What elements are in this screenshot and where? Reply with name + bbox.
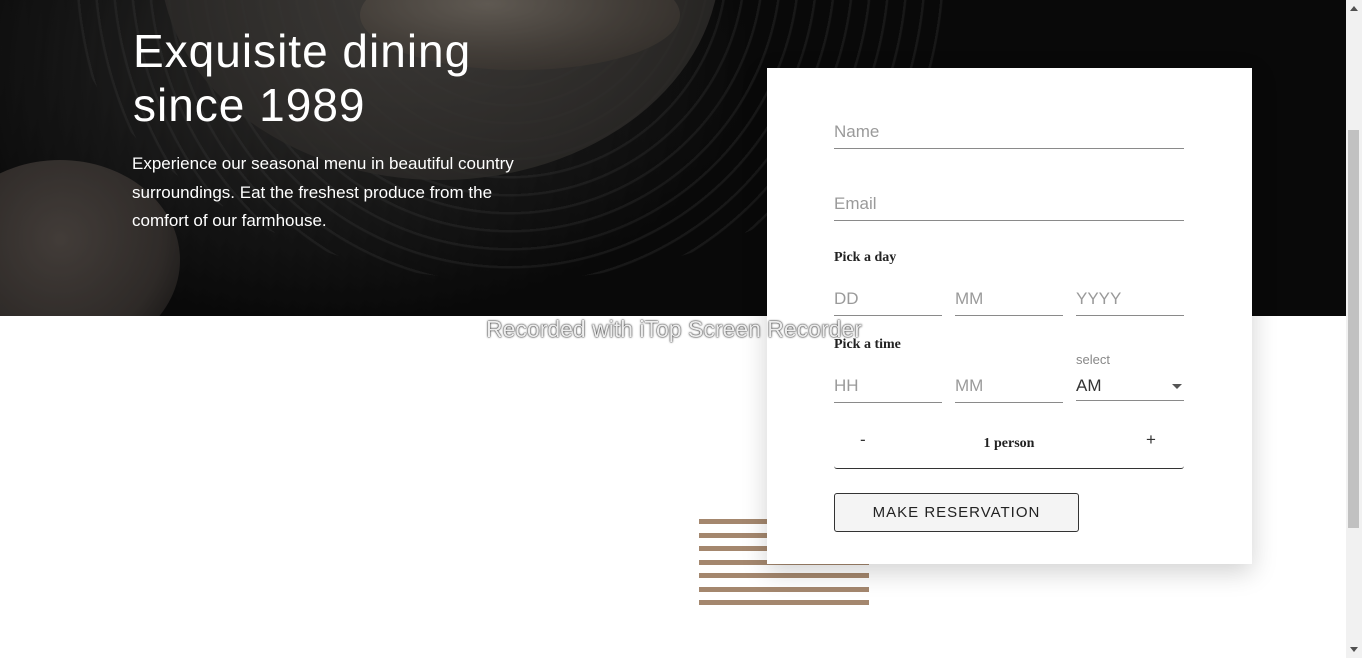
minute-input[interactable] [955,376,1063,403]
make-reservation-button[interactable]: MAKE RESERVATION [834,493,1079,532]
page-scrollbar[interactable] [1346,0,1362,658]
stripe [699,586,869,592]
name-input[interactable] [834,122,1184,149]
year-input[interactable] [1076,289,1184,316]
scrollbar-thumb[interactable] [1348,130,1359,528]
guest-count-stepper: - 1 person + [834,424,1184,469]
scroll-down-icon[interactable] [1350,647,1358,652]
recorder-watermark: Recorded with iTop Screen Recorder [486,316,862,342]
chevron-down-icon [1172,383,1182,389]
ampm-select-box[interactable]: AM [1076,372,1184,401]
stripe [699,600,869,605]
pick-day-label: Pick a day [834,250,897,265]
hero-description: Experience our seasonal menu in beautifu… [132,154,514,230]
stripe [699,573,869,578]
month-input[interactable] [955,289,1063,316]
ampm-select[interactable]: select AM [1076,352,1184,402]
scroll-up-icon[interactable] [1350,6,1358,11]
ampm-value: AM [1076,376,1102,395]
select-hint: select [1076,352,1110,367]
hour-input[interactable] [834,376,942,403]
increase-guests-button[interactable]: + [1146,430,1156,450]
day-input[interactable] [834,289,942,316]
hero-title: Exquisite dining since 1989 [133,25,472,131]
guest-count-value: 1 person [983,436,1035,451]
email-input[interactable] [834,194,1184,221]
